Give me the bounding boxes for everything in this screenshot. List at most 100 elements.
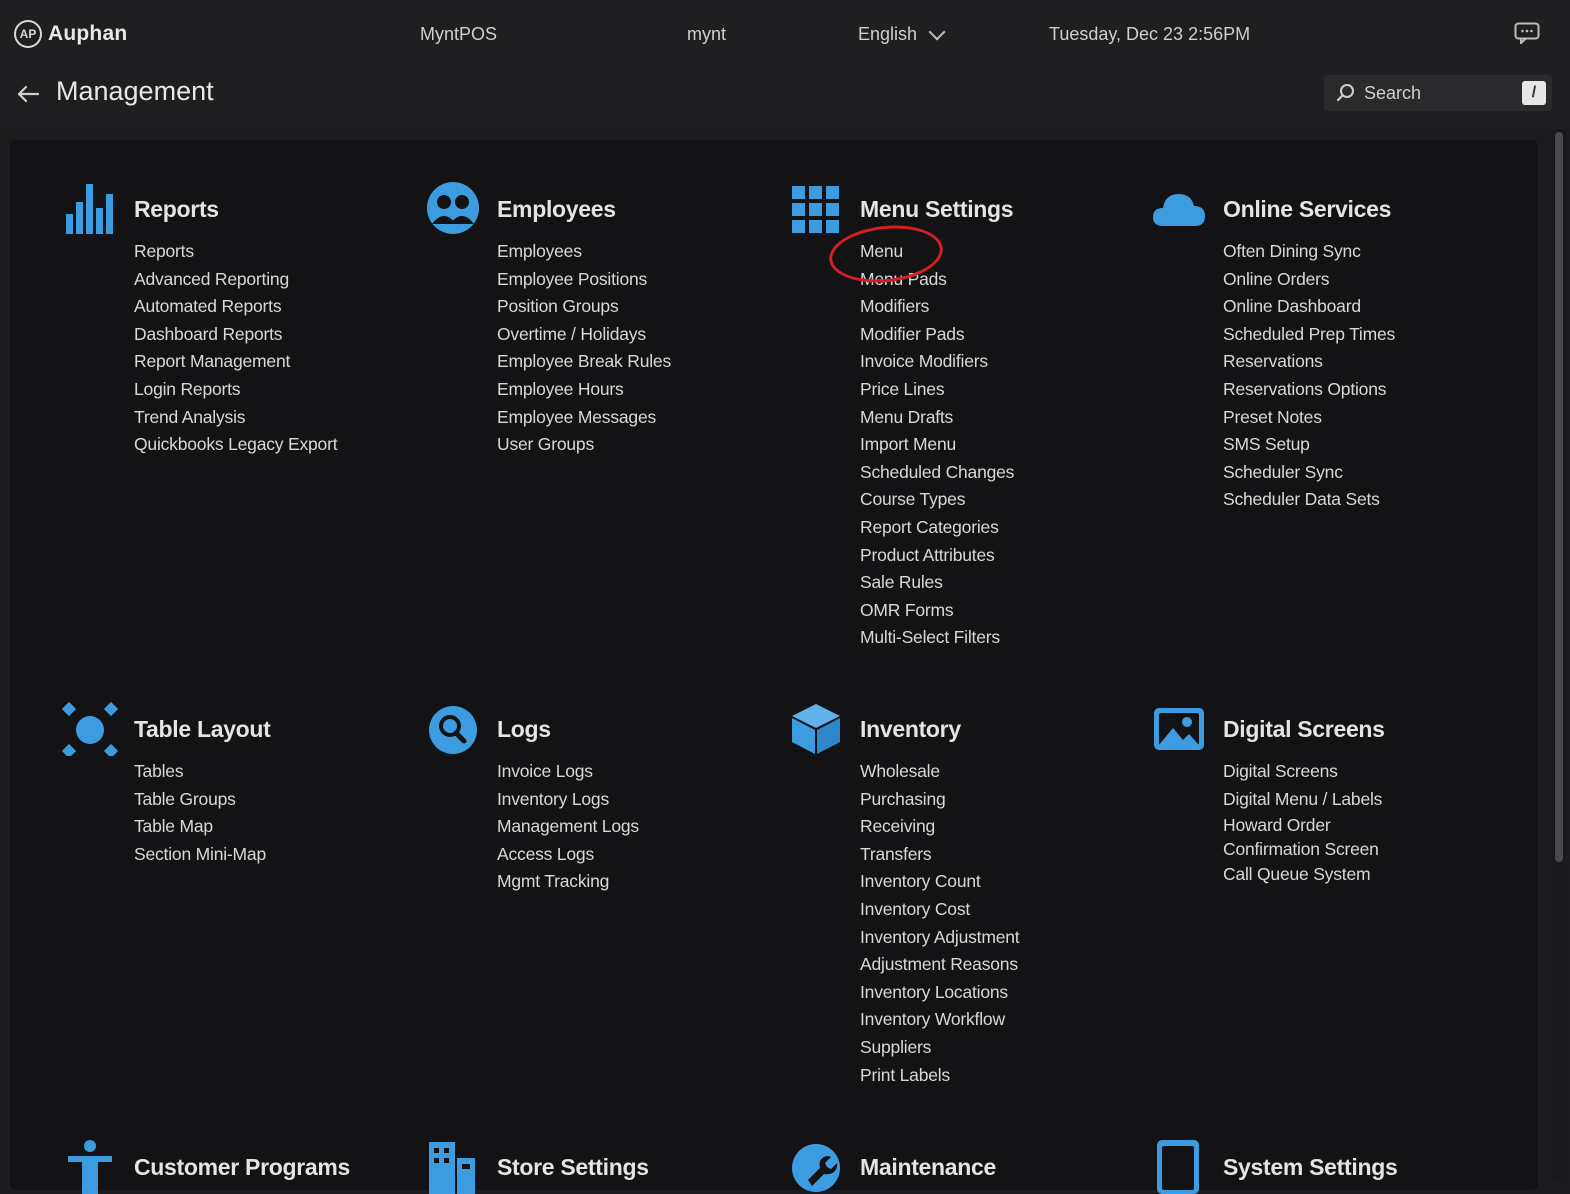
section-title: Inventory xyxy=(860,716,961,742)
link-advanced-reporting[interactable]: Advanced Reporting xyxy=(134,266,337,294)
link-tables[interactable]: Tables xyxy=(134,758,266,786)
link-report-categories[interactable]: Report Categories xyxy=(860,514,1014,542)
search-shortcut-key: / xyxy=(1522,81,1546,105)
link-overtime-holidays[interactable]: Overtime / Holidays xyxy=(497,321,671,349)
link-inventory-count[interactable]: Inventory Count xyxy=(860,868,1019,896)
link-reservations[interactable]: Reservations xyxy=(1223,348,1395,376)
language-select[interactable]: English xyxy=(858,23,946,45)
link-purchasing[interactable]: Purchasing xyxy=(860,786,1019,814)
link-reports[interactable]: Reports xyxy=(134,238,337,266)
search-icon xyxy=(1336,84,1354,102)
section-title: Employees xyxy=(497,196,616,222)
link-management-logs[interactable]: Management Logs xyxy=(497,813,639,841)
link-scheduled-changes[interactable]: Scheduled Changes xyxy=(860,459,1014,487)
link-mgmt-tracking[interactable]: Mgmt Tracking xyxy=(497,868,639,896)
link-import-menu[interactable]: Import Menu xyxy=(860,431,1014,459)
chat-icon[interactable] xyxy=(1514,22,1540,44)
table-layout-icon xyxy=(62,701,118,756)
section-links: Often Dining Sync Online Orders Online D… xyxy=(1223,238,1395,514)
chevron-down-icon xyxy=(928,23,946,40)
link-employee-messages[interactable]: Employee Messages xyxy=(497,404,671,432)
link-product-attributes[interactable]: Product Attributes xyxy=(860,542,1014,570)
link-modifier-pads[interactable]: Modifier Pads xyxy=(860,321,1014,349)
cloud-icon xyxy=(1153,194,1205,226)
link-receiving[interactable]: Receiving xyxy=(860,813,1019,841)
link-inventory-cost[interactable]: Inventory Cost xyxy=(860,896,1019,924)
link-suppliers[interactable]: Suppliers xyxy=(860,1034,1019,1062)
link-inventory-logs[interactable]: Inventory Logs xyxy=(497,786,639,814)
section-title: Reports xyxy=(134,196,219,222)
link-quickbooks-legacy-export[interactable]: Quickbooks Legacy Export xyxy=(134,431,338,459)
section-title: Logs xyxy=(497,716,551,742)
scrollbar[interactable] xyxy=(1552,130,1566,1180)
link-preset-notes[interactable]: Preset Notes xyxy=(1223,404,1395,432)
link-employee-break-rules[interactable]: Employee Break Rules xyxy=(497,348,671,376)
user-name: mynt xyxy=(687,24,727,44)
link-user-groups[interactable]: User Groups xyxy=(497,431,671,459)
section-title: Maintenance xyxy=(860,1154,997,1180)
link-table-map[interactable]: Table Map xyxy=(134,813,266,841)
link-omr-forms[interactable]: OMR Forms xyxy=(860,597,1014,625)
link-trend-analysis[interactable]: Trend Analysis xyxy=(134,404,337,432)
link-sms-setup[interactable]: SMS Setup xyxy=(1223,431,1395,459)
link-login-reports[interactable]: Login Reports xyxy=(134,376,337,404)
link-inventory-adjustment[interactable]: Inventory Adjustment xyxy=(860,924,1020,952)
scrollbar-thumb[interactable] xyxy=(1555,132,1563,862)
magnifier-icon xyxy=(429,706,477,754)
link-access-logs[interactable]: Access Logs xyxy=(497,841,639,869)
app-logo[interactable]: AP Auphan xyxy=(14,20,127,48)
link-automated-reports[interactable]: Automated Reports xyxy=(134,293,337,321)
link-print-labels[interactable]: Print Labels xyxy=(860,1062,1019,1090)
link-report-management[interactable]: Report Management xyxy=(134,348,337,376)
language-value: English xyxy=(858,24,918,44)
section-title: Digital Screens xyxy=(1223,716,1385,742)
link-price-lines[interactable]: Price Lines xyxy=(860,376,1014,404)
building-icon xyxy=(429,1142,475,1194)
link-invoice-modifiers[interactable]: Invoice Modifiers xyxy=(860,348,1014,376)
section-links: Employees Employee Positions Position Gr… xyxy=(497,238,671,459)
section-title: Menu Settings xyxy=(860,196,1014,222)
section-links: Tables Table Groups Table Map Section Mi… xyxy=(134,758,266,868)
link-call-queue-system[interactable]: Call Queue System xyxy=(1223,861,1413,889)
link-multi-select-filters[interactable]: Multi-Select Filters xyxy=(860,624,1014,652)
link-online-orders[interactable]: Online Orders xyxy=(1223,266,1395,294)
date-time: Tuesday, Dec 23 2:56PM xyxy=(1049,24,1251,44)
section-title: Customer Programs xyxy=(134,1154,351,1180)
link-wholesale[interactable]: Wholesale xyxy=(860,758,1019,786)
link-scheduler-sync[interactable]: Scheduler Sync xyxy=(1223,459,1395,487)
link-course-types[interactable]: Course Types xyxy=(860,486,1014,514)
link-dashboard-reports[interactable]: Dashboard Reports xyxy=(134,321,337,349)
link-reservations-options[interactable]: Reservations Options xyxy=(1223,376,1395,404)
link-inventory-locations[interactable]: Inventory Locations xyxy=(860,979,1019,1007)
link-sale-rules[interactable]: Sale Rules xyxy=(860,569,1014,597)
search-box[interactable]: Search / xyxy=(1324,75,1552,111)
link-invoice-logs[interactable]: Invoice Logs xyxy=(497,758,639,786)
link-online-dashboard[interactable]: Online Dashboard xyxy=(1223,293,1395,321)
picture-icon xyxy=(1154,708,1204,750)
link-position-groups[interactable]: Position Groups xyxy=(497,293,671,321)
link-scheduler-data-sets[interactable]: Scheduler Data Sets xyxy=(1223,486,1395,514)
back-arrow-icon[interactable] xyxy=(16,84,40,104)
link-menu-drafts[interactable]: Menu Drafts xyxy=(860,404,1014,432)
tablet-icon xyxy=(1157,1140,1199,1194)
employees-icon xyxy=(427,182,479,234)
link-often-dining-sync[interactable]: Often Dining Sync xyxy=(1223,238,1395,266)
link-howard-order-confirmation-screen[interactable]: Howard Order Confirmation Screen xyxy=(1223,813,1413,861)
link-employees[interactable]: Employees xyxy=(497,238,671,266)
page-title: Management xyxy=(56,76,214,106)
link-adjustment-reasons[interactable]: Adjustment Reasons xyxy=(860,951,1019,979)
link-table-groups[interactable]: Table Groups xyxy=(134,786,266,814)
link-scheduled-prep-times[interactable]: Scheduled Prep Times xyxy=(1223,321,1395,349)
link-transfers[interactable]: Transfers xyxy=(860,841,1019,869)
link-digital-menu-labels[interactable]: Digital Menu / Labels xyxy=(1223,786,1413,814)
link-employee-hours[interactable]: Employee Hours xyxy=(497,376,671,404)
section-links: Invoice Logs Inventory Logs Management L… xyxy=(497,758,639,896)
link-inventory-workflow[interactable]: Inventory Workflow xyxy=(860,1006,1019,1034)
link-employee-positions[interactable]: Employee Positions xyxy=(497,266,671,294)
store-name: MyntPOS xyxy=(420,24,498,44)
section-title: System Settings xyxy=(1223,1154,1398,1180)
section-title: Online Services xyxy=(1223,196,1392,222)
link-digital-screens[interactable]: Digital Screens xyxy=(1223,758,1413,786)
link-modifiers[interactable]: Modifiers xyxy=(860,293,1014,321)
link-section-mini-map[interactable]: Section Mini-Map xyxy=(134,841,266,869)
